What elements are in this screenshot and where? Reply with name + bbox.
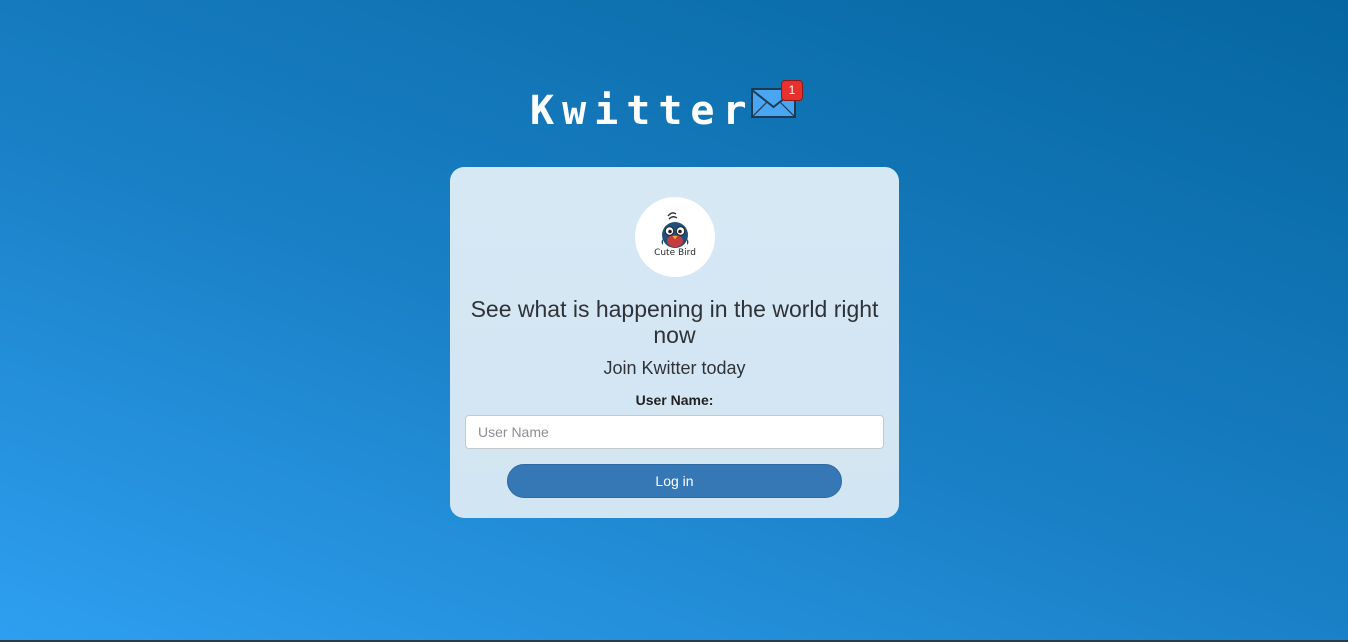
avatar: Cute Bird [635,197,715,277]
username-input[interactable] [465,415,884,449]
app-title: Kwitter [530,88,755,134]
username-label: User Name: [635,392,714,408]
avatar-caption: Cute Bird [654,248,696,258]
app-header: Kwitter 1 [0,80,1348,140]
headline: See what is happening in the world right… [470,296,879,348]
bird-logo-icon [661,212,689,248]
login-card: Cute Bird See what is happening in the w… [450,167,899,518]
subheadline: Join Kwitter today [603,358,746,378]
login-button[interactable]: Log in [507,464,842,498]
notification-badge: 1 [781,80,803,101]
